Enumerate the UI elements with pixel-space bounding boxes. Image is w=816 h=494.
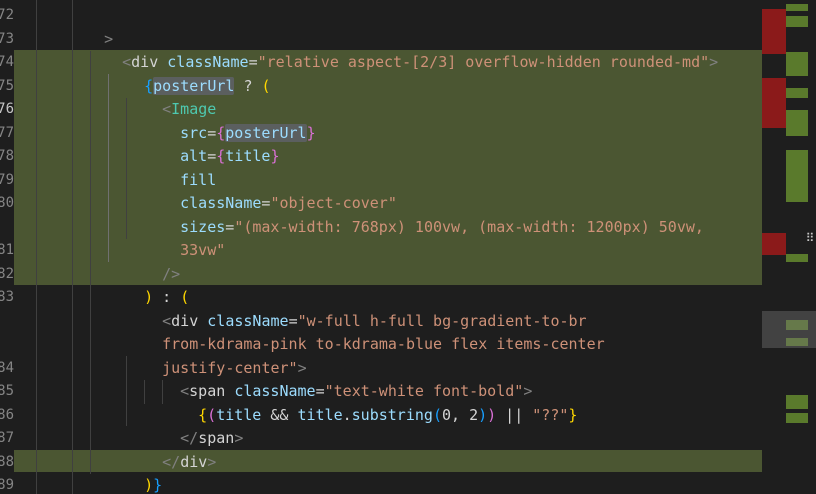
code-line[interactable]: ) : ( — [108, 263, 189, 306]
code-line[interactable]: /> — [126, 239, 180, 283]
line-number: 77 — [0, 124, 14, 141]
line-number: 83 — [0, 289, 14, 305]
line-number-active: 76 — [0, 101, 14, 117]
minimap-change-marker — [786, 16, 808, 27]
line-number: 88 — [0, 453, 14, 470]
minimap-change-marker — [786, 150, 808, 202]
line-number: 79 — [0, 171, 14, 188]
minimap-change-marker — [786, 88, 808, 98]
code-line[interactable]: src={posterUrl} — [144, 98, 316, 142]
line-number: 89 — [0, 477, 14, 493]
line-number: 81 — [0, 242, 14, 258]
minimap-slider[interactable] — [762, 311, 816, 348]
minimap-deletion-marker — [762, 78, 786, 128]
string-literal: "??" — [532, 405, 569, 424]
line-number: 78 — [0, 148, 14, 164]
line-number: 82 — [0, 265, 14, 282]
code-line[interactable]: </div> — [86, 474, 176, 494]
code-line[interactable]: </div> — [126, 427, 216, 471]
code-line[interactable]: className="object-cover" — [144, 169, 397, 212]
code-line-wrapped[interactable]: 33vw" — [144, 216, 225, 259]
paren: ( — [432, 405, 442, 424]
paren: ) — [487, 405, 497, 424]
tag-bracket: > — [234, 429, 244, 447]
indent-guide — [36, 0, 37, 494]
code-line[interactable]: <div className="w-full h-full bg-gradien… — [126, 286, 586, 330]
method-name: substring — [351, 405, 433, 424]
code-line[interactable]: <div className="relative aspect-[2/3] ov… — [86, 28, 718, 71]
minimap[interactable] — [762, 0, 816, 494]
line-number: 75 — [0, 77, 14, 94]
minimap-change-marker — [786, 52, 808, 76]
line-number: 74 — [0, 54, 14, 70]
code-line[interactable]: <span className="text-white font-bold"> — [144, 357, 532, 400]
line-number: 84 — [0, 359, 14, 376]
grip-icon[interactable]: ⠿ — [804, 230, 816, 246]
code-line-wrapped[interactable]: justify-center"> — [126, 333, 307, 377]
tag-bracket: </ — [162, 452, 181, 471]
minimap-change-marker — [786, 413, 808, 423]
tag-bracket: > — [207, 452, 217, 471]
paren: ) — [478, 405, 488, 424]
code-line-wrapped[interactable]: from-kdrama-pink to-kdrama-blue flex ite… — [126, 310, 605, 353]
string-literal: "(max-width: 768px) 100vw, (max-width: 1… — [234, 217, 704, 236]
line-number: 72 — [0, 7, 14, 23]
line-number: 86 — [0, 406, 14, 423]
code-line[interactable]: {(title && title.substring(0, 2)) || "??… — [162, 380, 577, 424]
code-line[interactable]: alt={title} — [144, 122, 279, 165]
operator: && — [261, 405, 298, 424]
code-line[interactable]: </span> — [144, 404, 243, 447]
minimap-deletion-marker — [762, 233, 786, 255]
operator: || — [496, 405, 533, 424]
brace: } — [270, 147, 280, 165]
paren: ( — [261, 76, 271, 95]
line-number: 85 — [0, 383, 14, 399]
minimap-change-marker — [786, 254, 808, 262]
code-line[interactable]: fill — [144, 145, 216, 189]
dot: . — [342, 405, 352, 424]
code-line[interactable]: > — [68, 4, 113, 48]
tag-bracket: > — [709, 53, 719, 71]
line-number: 80 — [0, 195, 14, 211]
minimap-change-marker — [786, 110, 808, 136]
brace: { — [216, 147, 226, 165]
line-number: 73 — [0, 30, 14, 47]
brace: } — [306, 123, 316, 142]
comma: , — [451, 405, 470, 424]
code-line[interactable]: {posterUrl ? ( — [108, 51, 271, 95]
brace: } — [568, 405, 578, 424]
string-literal: 33vw" — [180, 241, 226, 259]
number-literal: 0 — [441, 405, 451, 424]
number-literal: 2 — [469, 405, 479, 424]
identifier: title — [297, 405, 343, 424]
code-line[interactable]: sizes="(max-width: 768px) 100vw, (max-wi… — [144, 192, 704, 236]
code-editor[interactable]: > <div className="relative aspect-[2/3] … — [14, 0, 762, 494]
line-number-gutter: 72 73 74 75 76 77 78 79 80 81 82 83 84 8… — [0, 0, 14, 494]
code-line[interactable]: <Image — [126, 75, 216, 118]
minimap-deletion-marker — [762, 9, 786, 54]
indent-guide — [90, 51, 91, 474]
minimap-change-marker — [786, 395, 808, 409]
equals-sign: = — [225, 217, 235, 236]
line-number: 87 — [0, 430, 14, 446]
minimap-change-marker — [786, 4, 808, 11]
tag-name: div — [180, 452, 208, 471]
operator: ? — [234, 76, 262, 95]
code-line[interactable]: )} — [108, 451, 162, 494]
string-literal: "relative aspect-[2/3] overflow-hidden r… — [257, 53, 710, 71]
identifier: title — [225, 147, 271, 165]
